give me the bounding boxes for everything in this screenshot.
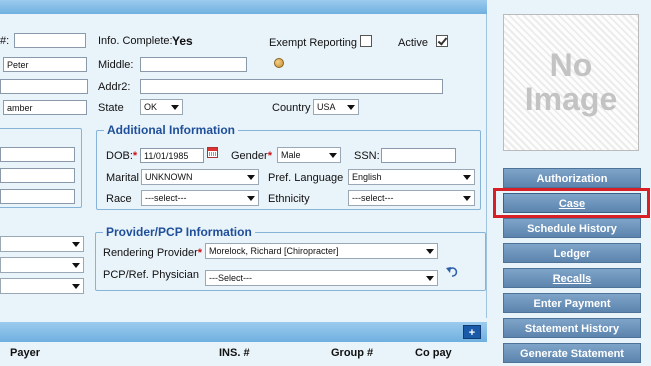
country-label: Country	[272, 102, 311, 114]
authorization-button[interactable]: Authorization	[503, 168, 641, 188]
rendering-provider-label: Rendering Provider*	[103, 247, 203, 259]
generate-statement-button[interactable]: Generate Statement	[503, 343, 641, 363]
state-select[interactable]: OK	[140, 99, 183, 115]
rendering-provider-select[interactable]: Morelock, Richard [Chiropracter]	[205, 243, 438, 259]
pref-language-label: Pref. Language	[268, 172, 344, 184]
recalls-button[interactable]: Recalls	[503, 268, 641, 288]
ethnicity-select[interactable]: ---select---	[348, 190, 475, 206]
additional-info-legend: Additional Information	[104, 123, 238, 137]
left-select-3[interactable]	[0, 278, 84, 294]
ssn-label: SSN:	[354, 150, 380, 162]
race-label: Race	[106, 193, 132, 205]
marital-select[interactable]: UNKNOWN	[141, 169, 259, 185]
ssn-field[interactable]	[381, 148, 456, 163]
middle-field[interactable]	[140, 57, 247, 72]
dob-field[interactable]: 11/01/1985	[140, 148, 204, 163]
left-field-2[interactable]	[0, 168, 75, 183]
race-select[interactable]: ---select---	[141, 190, 259, 206]
calendar-icon[interactable]	[207, 147, 218, 158]
pref-language-select[interactable]: English	[348, 169, 475, 185]
no-image-line2: Image	[524, 81, 618, 117]
middle-label: Middle:	[98, 59, 134, 71]
patient-photo-placeholder: No Image	[503, 14, 639, 151]
no-image-line1: No	[549, 47, 593, 83]
gender-label: Gender*	[231, 150, 272, 162]
col-payer: Payer	[10, 347, 40, 359]
status-dot-icon	[274, 58, 284, 68]
provider-legend: Provider/PCP Information	[103, 225, 255, 239]
statement-history-button[interactable]: Statement History	[503, 318, 641, 338]
exempt-reporting-label: Exempt Reporting	[269, 37, 358, 49]
left-select-1[interactable]	[0, 236, 84, 252]
addr2-label: Addr2:	[98, 81, 131, 93]
address1-field[interactable]	[0, 79, 88, 94]
active-label: Active	[398, 37, 428, 49]
left-field-1[interactable]	[0, 147, 75, 162]
city-field[interactable]: amber	[3, 100, 87, 115]
exempt-reporting-checkbox[interactable]	[360, 35, 372, 47]
top-header-bar	[0, 0, 487, 14]
info-complete-value: Yes	[172, 34, 193, 48]
state-label: State	[98, 102, 124, 114]
info-complete-label: Info. Complete:	[98, 35, 173, 47]
schedule-history-button[interactable]: Schedule History	[503, 218, 641, 238]
left-field-3[interactable]	[0, 189, 75, 204]
ethnicity-label: Ethnicity	[268, 193, 310, 205]
gender-select[interactable]: Male	[277, 147, 341, 163]
col-ins-number: INS. #	[219, 347, 250, 359]
insurance-bar	[0, 322, 487, 342]
first-name-field[interactable]: Peter	[3, 57, 87, 72]
add-insurance-button[interactable]: +	[463, 325, 481, 339]
pcp-label: PCP/Ref. Physician	[103, 269, 199, 281]
ledger-button[interactable]: Ledger	[503, 243, 641, 263]
account-label: #:	[0, 35, 10, 47]
pcp-select[interactable]: ---Select---	[205, 270, 438, 286]
marital-label: Marital	[106, 172, 140, 184]
col-group-number: Group #	[331, 347, 374, 359]
dob-label: DOB:*	[106, 150, 138, 162]
country-select[interactable]: USA	[313, 99, 359, 115]
left-select-2[interactable]	[0, 257, 84, 273]
case-button[interactable]: Case	[503, 193, 641, 213]
undo-icon[interactable]	[446, 266, 460, 277]
enter-payment-button[interactable]: Enter Payment	[503, 293, 641, 313]
account-field[interactable]	[14, 33, 86, 48]
col-copay: Co pay	[415, 347, 452, 359]
active-checkbox[interactable]	[436, 35, 448, 47]
addr2-field[interactable]	[140, 79, 443, 94]
